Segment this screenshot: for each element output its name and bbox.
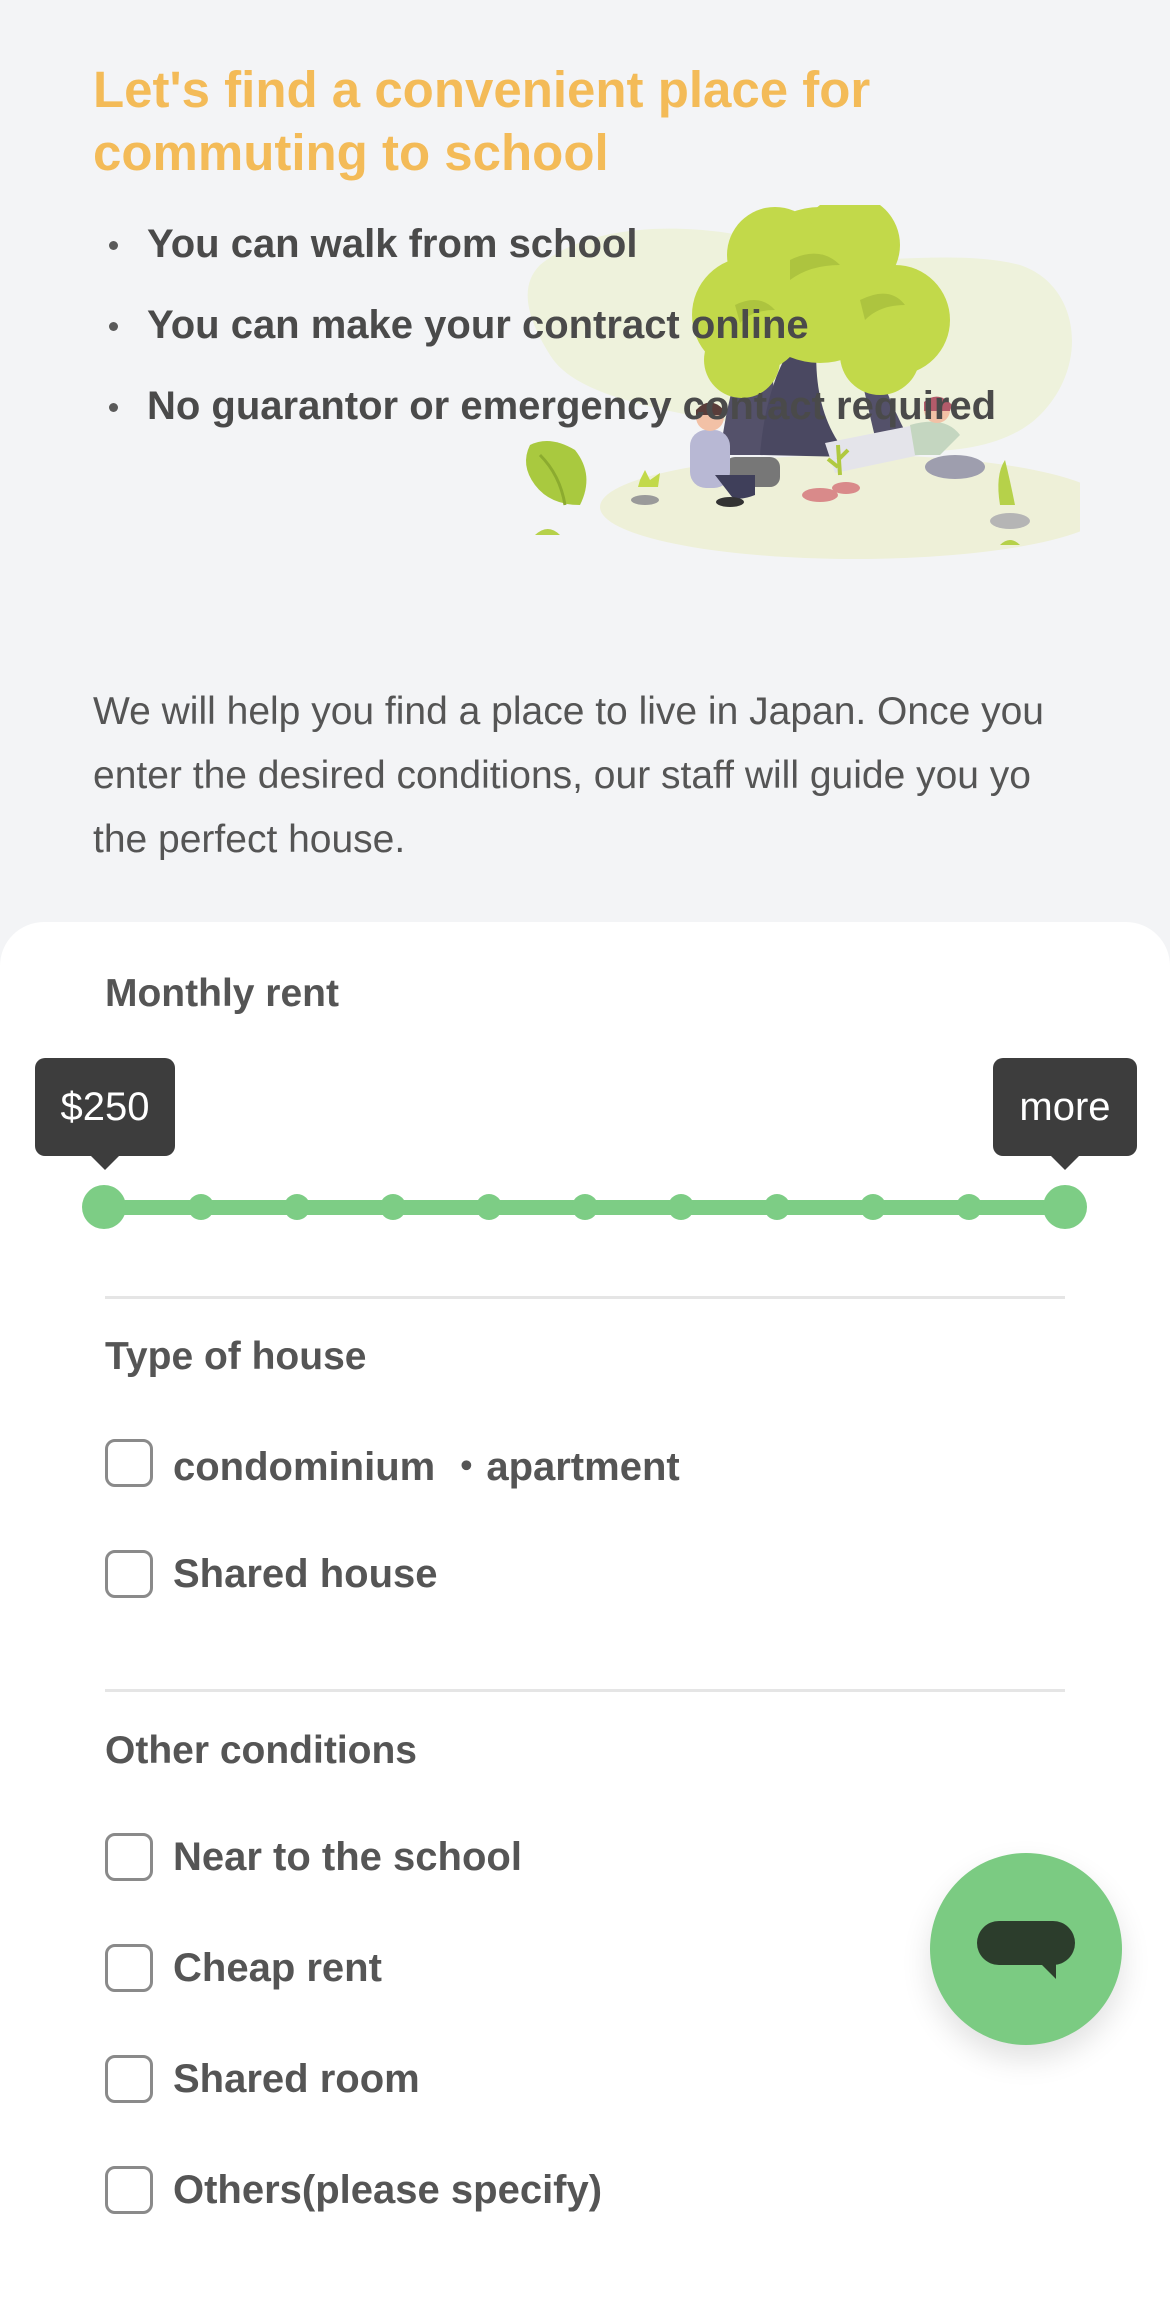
rent-max-tooltip: more — [993, 1058, 1137, 1170]
other-conditions-title: Other conditions — [105, 1729, 417, 1772]
benefit-item: You can walk from school — [105, 214, 996, 295]
slider-step-dot[interactable] — [284, 1194, 310, 1220]
rent-min-tooltip: $250 — [35, 1058, 175, 1170]
checkbox[interactable] — [105, 2166, 153, 2214]
checkbox[interactable] — [105, 1439, 153, 1487]
slider-step-dot[interactable] — [476, 1194, 502, 1220]
rent-max-handle[interactable] — [1043, 1185, 1087, 1229]
section-divider — [105, 1689, 1065, 1692]
condition-option-shared-room[interactable]: Shared room — [105, 2054, 420, 2104]
slider-step-dot[interactable] — [188, 1194, 214, 1220]
checkbox[interactable] — [105, 1550, 153, 1598]
condition-option-others[interactable]: Others(please specify) — [105, 2165, 602, 2215]
checkbox[interactable] — [105, 1833, 153, 1881]
slider-step-dot[interactable] — [860, 1194, 886, 1220]
option-label: Near to the school — [173, 1834, 522, 1879]
benefits-list: You can walk from school You can make yo… — [105, 214, 996, 457]
checkbox[interactable] — [105, 1944, 153, 1992]
checkbox[interactable] — [105, 2055, 153, 2103]
slider-step-dot[interactable] — [956, 1194, 982, 1220]
option-label: Shared house — [173, 1551, 438, 1596]
chat-button[interactable] — [930, 1853, 1122, 2045]
benefit-item: No guarantor or emergency contact requir… — [105, 376, 996, 457]
slider-step-dot[interactable] — [764, 1194, 790, 1220]
house-type-title: Type of house — [105, 1335, 367, 1378]
condition-option-near-school[interactable]: Near to the school — [105, 1832, 522, 1882]
monthly-rent-title: Monthly rent — [105, 972, 339, 1015]
page-title: Let's find a convenient place for commut… — [93, 61, 871, 181]
benefit-item: You can make your contract online — [105, 295, 996, 376]
option-label: condominium ・apartment — [173, 1445, 680, 1489]
option-label: Shared room — [173, 2056, 420, 2101]
house-type-option-shared-house[interactable]: Shared house — [105, 1549, 438, 1599]
option-label: Others(please specify) — [173, 2167, 603, 2212]
house-type-option-condominium[interactable]: condominium ・apartment — [105, 1438, 680, 1489]
intro-text: We will help you find a place to live in… — [93, 690, 1044, 861]
slider-step-dot[interactable] — [380, 1194, 406, 1220]
slider-step-dot[interactable] — [572, 1194, 598, 1220]
option-label: Cheap rent — [173, 1945, 382, 1990]
hero-section: Let's find a convenient place for commut… — [0, 0, 1170, 925]
slider-step-dot[interactable] — [668, 1194, 694, 1220]
rent-min-handle[interactable] — [82, 1185, 126, 1229]
chat-bubble-icon — [977, 1921, 1075, 1979]
condition-option-cheap-rent[interactable]: Cheap rent — [105, 1943, 382, 1993]
section-divider — [105, 1296, 1065, 1299]
